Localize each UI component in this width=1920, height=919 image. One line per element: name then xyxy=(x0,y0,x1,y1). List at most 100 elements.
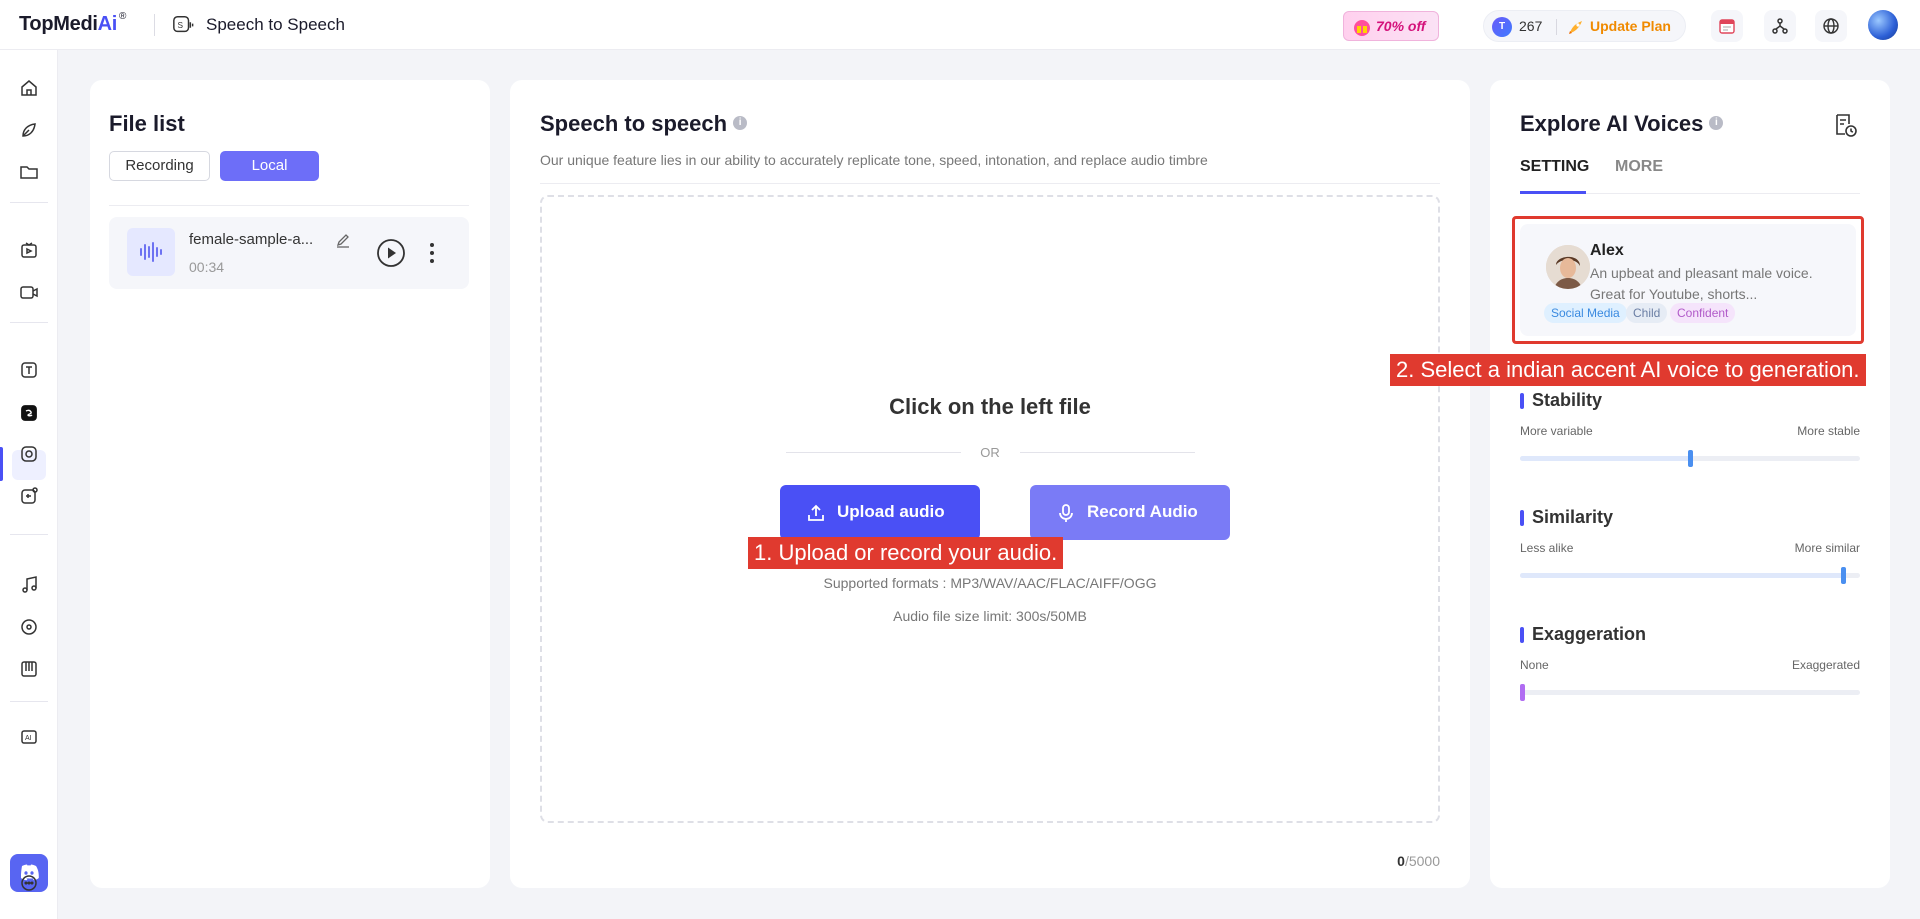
globe-icon xyxy=(1823,18,1839,34)
audio-wave-icon xyxy=(127,228,175,276)
slider-fill xyxy=(1520,573,1843,578)
stability-title: Stability xyxy=(1520,390,1602,411)
page-title: Speech to Speech xyxy=(206,15,345,34)
home-icon[interactable] xyxy=(19,78,39,98)
voice-changer-icon[interactable] xyxy=(19,486,39,506)
promo-badge[interactable]: 70% off xyxy=(1343,11,1439,41)
share-button[interactable] xyxy=(1764,10,1796,42)
tab-more[interactable]: MORE xyxy=(1615,158,1663,176)
selected-voice-card[interactable]: Alex An upbeat and pleasant male voice. … xyxy=(1512,216,1864,344)
calendar-button[interactable] xyxy=(1711,10,1743,42)
stability-left-label: More variable xyxy=(1520,424,1593,438)
speech-to-speech-nav-icon[interactable] xyxy=(19,403,39,423)
file-list-title: File list xyxy=(109,111,185,136)
top-bar: TopMediAi ® S Speech to Speech 70% off T … xyxy=(0,0,1920,50)
ai-tools-icon[interactable]: AI xyxy=(19,727,39,747)
credits-count: 267 xyxy=(1519,18,1543,34)
similarity-title: Similarity xyxy=(1520,507,1613,528)
update-plan-button[interactable]: Update Plan xyxy=(1590,18,1671,34)
rail-separator xyxy=(10,534,48,535)
folder-icon[interactable] xyxy=(19,162,39,182)
info-icon[interactable]: i xyxy=(1709,116,1724,131)
svg-text:AI: AI xyxy=(25,735,32,742)
voice-tag: Child xyxy=(1626,303,1668,323)
slider-thumb[interactable] xyxy=(1841,567,1846,584)
credits-box[interactable]: T 267 Update Plan xyxy=(1483,10,1686,42)
tab-setting[interactable]: SETTING xyxy=(1520,158,1589,176)
drop-zone[interactable]: Click on the left file OR Upload audio R… xyxy=(540,195,1440,823)
annotation-step2: 2. Select a indian accent AI voice to ge… xyxy=(1390,354,1866,386)
counter-used: 0 xyxy=(1397,853,1405,869)
upload-audio-button[interactable]: Upload audio xyxy=(780,485,980,540)
record-label: Record Audio xyxy=(1087,502,1198,521)
main-title: Speech to speech i xyxy=(540,111,748,137)
language-button[interactable] xyxy=(1815,10,1847,42)
main-subtitle: Our unique feature lies in our ability t… xyxy=(540,152,1208,168)
video-icon[interactable] xyxy=(19,240,39,260)
main-title-text: Speech to speech xyxy=(540,111,728,136)
slider-thumb[interactable] xyxy=(1688,450,1693,467)
rail-separator xyxy=(10,322,48,323)
voice-avatar xyxy=(1546,245,1590,289)
video-ai-icon[interactable] xyxy=(19,282,39,302)
logo[interactable]: TopMediAi ® xyxy=(19,11,126,36)
stability-slider[interactable] xyxy=(1520,450,1860,467)
list-item[interactable]: female-sample-a... 00:34 xyxy=(109,217,469,289)
text-to-speech-icon[interactable] xyxy=(19,360,39,380)
main-divider xyxy=(540,183,1440,184)
stability-right-label: More stable xyxy=(1797,424,1860,438)
record-audio-button[interactable]: Record Audio xyxy=(1030,485,1230,540)
voice-tag: Confident xyxy=(1670,303,1736,323)
rail-active-indicator xyxy=(0,447,3,481)
svg-text:S: S xyxy=(178,21,184,30)
voices-title: Explore AI Voices i xyxy=(1520,111,1724,137)
voices-title-text: Explore AI Voices xyxy=(1520,111,1704,136)
tab-local[interactable]: Local xyxy=(220,151,319,181)
voice-clone-icon[interactable] xyxy=(19,444,39,464)
info-icon[interactable]: i xyxy=(733,116,748,131)
piano-icon[interactable] xyxy=(19,659,39,679)
explore-icon[interactable] xyxy=(19,120,39,140)
play-icon[interactable] xyxy=(376,238,406,268)
voice-name: Alex xyxy=(1590,242,1624,259)
supported-formats: Supported formats : MP3/WAV/AAC/FLAC/AIF… xyxy=(823,575,1157,591)
file-duration: 00:34 xyxy=(189,259,225,275)
speech-to-speech-icon: S xyxy=(172,14,194,36)
slider-thumb[interactable] xyxy=(1520,684,1525,701)
exaggeration-slider[interactable] xyxy=(1520,684,1860,701)
file-list-divider xyxy=(109,205,469,206)
voice-tag: Social Media xyxy=(1544,303,1627,323)
rail-separator xyxy=(10,701,48,702)
network-icon xyxy=(1772,18,1788,34)
size-limit: Audio file size limit: 300s/50MB xyxy=(893,608,1087,624)
gift-icon xyxy=(1354,20,1370,36)
char-counter: 0/5000 xyxy=(1397,853,1440,869)
top-divider xyxy=(154,14,155,36)
similarity-right-label: More similar xyxy=(1794,541,1860,555)
file-name: female-sample-a... xyxy=(189,231,314,248)
left-rail: AI xyxy=(0,50,58,919)
edit-icon[interactable] xyxy=(335,232,351,248)
tab-recording[interactable]: Recording xyxy=(109,151,210,181)
token-icon: T xyxy=(1492,17,1512,37)
more-vertical-icon[interactable] xyxy=(429,241,435,265)
speech-to-speech-panel: Speech to speech i Our unique feature lie… xyxy=(510,80,1470,888)
voice-description: An upbeat and pleasant male voice. Great… xyxy=(1590,265,1813,302)
rail-separator xyxy=(10,202,48,203)
credits-separator xyxy=(1556,19,1557,35)
disc-icon[interactable] xyxy=(19,617,39,637)
voice-card-inner: Alex An upbeat and pleasant male voice. … xyxy=(1520,224,1856,336)
upload-label: Upload audio xyxy=(837,502,945,521)
microphone-icon xyxy=(1059,504,1073,522)
upload-icon xyxy=(808,504,824,521)
music-icon[interactable] xyxy=(19,575,39,595)
user-avatar[interactable] xyxy=(1868,10,1898,40)
file-list-panel: File list Recording Local female-sample-… xyxy=(90,80,490,888)
similarity-slider[interactable] xyxy=(1520,567,1860,584)
exaggeration-title: Exaggeration xyxy=(1520,624,1646,645)
calendar-icon xyxy=(1719,19,1735,34)
slider-fill xyxy=(1520,456,1690,461)
explore-voices-panel: Explore AI Voices i SETTING MORE Alex An … xyxy=(1490,80,1890,888)
chat-icon[interactable] xyxy=(19,873,39,893)
history-icon[interactable] xyxy=(1832,112,1858,138)
